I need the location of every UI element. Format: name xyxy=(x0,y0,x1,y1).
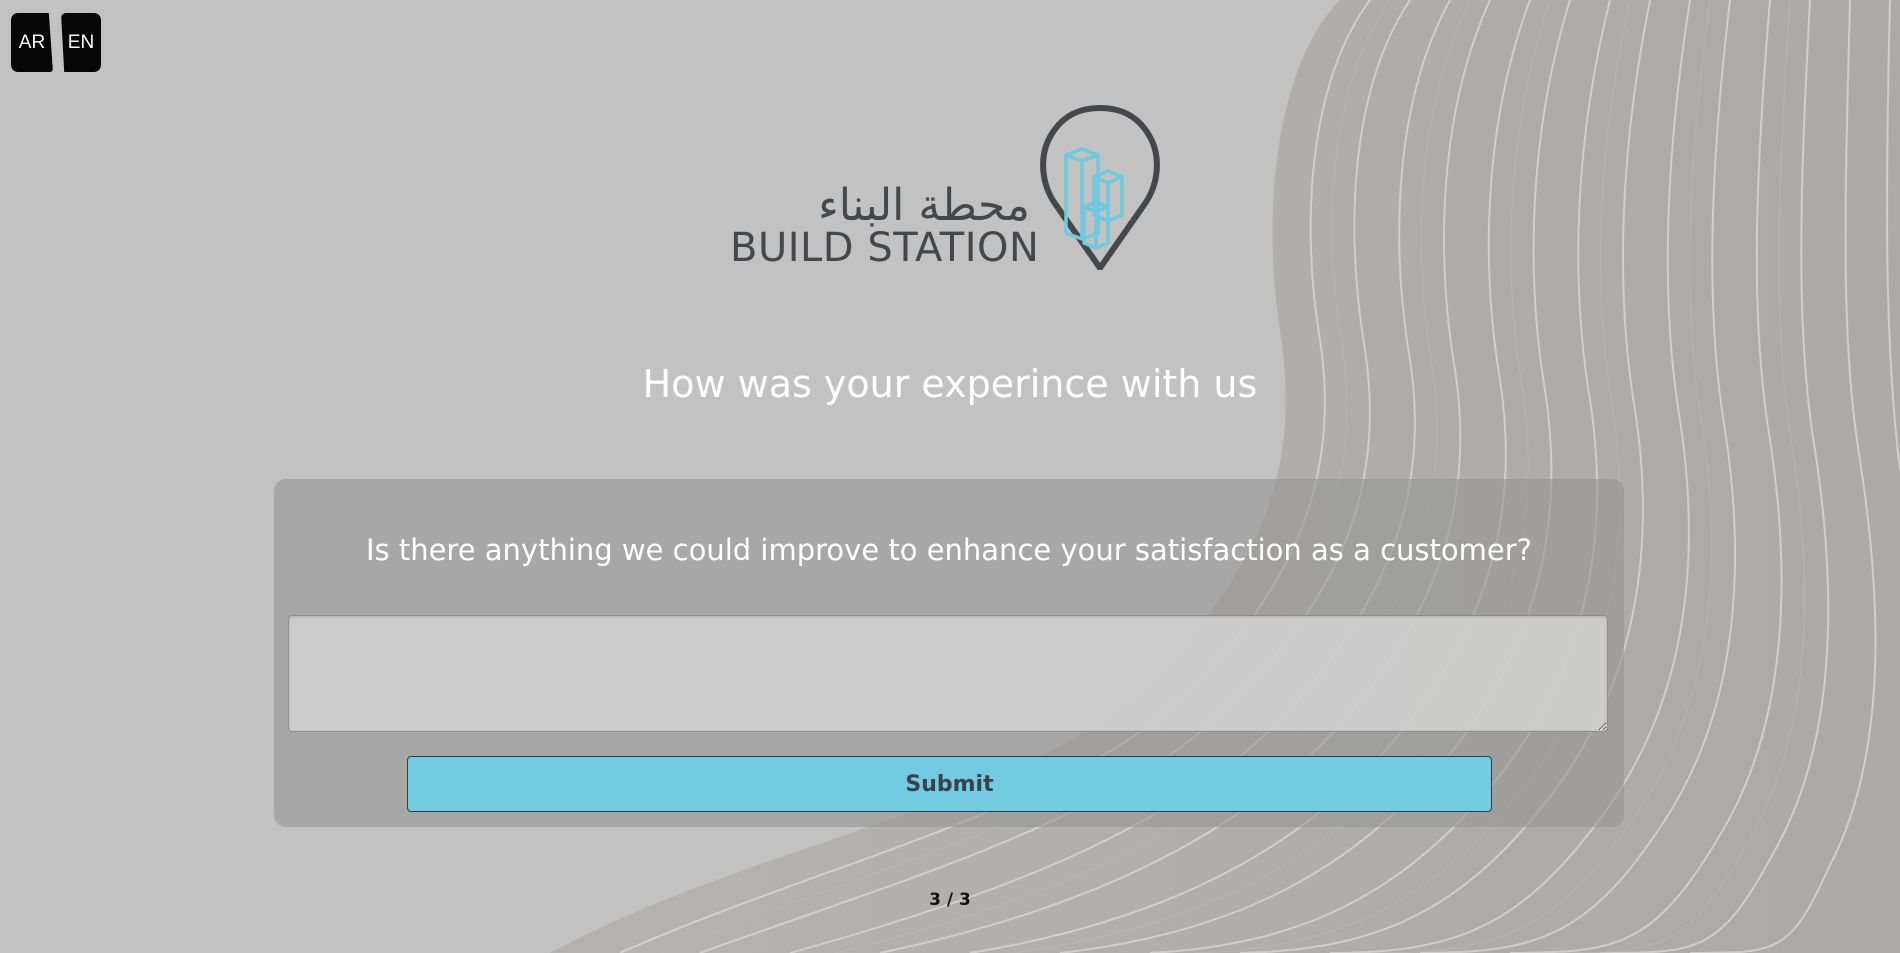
logo-english-text: BUILD STATION xyxy=(730,225,1040,271)
language-ar-button[interactable]: AR xyxy=(11,13,53,72)
logo-arabic-text: محطة البناء xyxy=(818,180,1030,231)
language-en-button[interactable]: EN xyxy=(61,13,101,72)
question-card: Is there anything we could improve to en… xyxy=(274,479,1624,827)
page-headline: How was your experince with us xyxy=(642,362,1258,406)
submit-button[interactable]: Submit xyxy=(407,756,1492,812)
progress-indicator: 3 / 3 xyxy=(929,890,971,910)
question-text: Is there anything we could improve to en… xyxy=(365,533,1533,567)
feedback-textarea[interactable] xyxy=(288,615,1608,732)
location-pin-icon xyxy=(1040,105,1160,270)
language-switcher: AR EN xyxy=(11,13,101,72)
build-station-logo: محطة البناء BUILD STATION xyxy=(720,105,1180,275)
